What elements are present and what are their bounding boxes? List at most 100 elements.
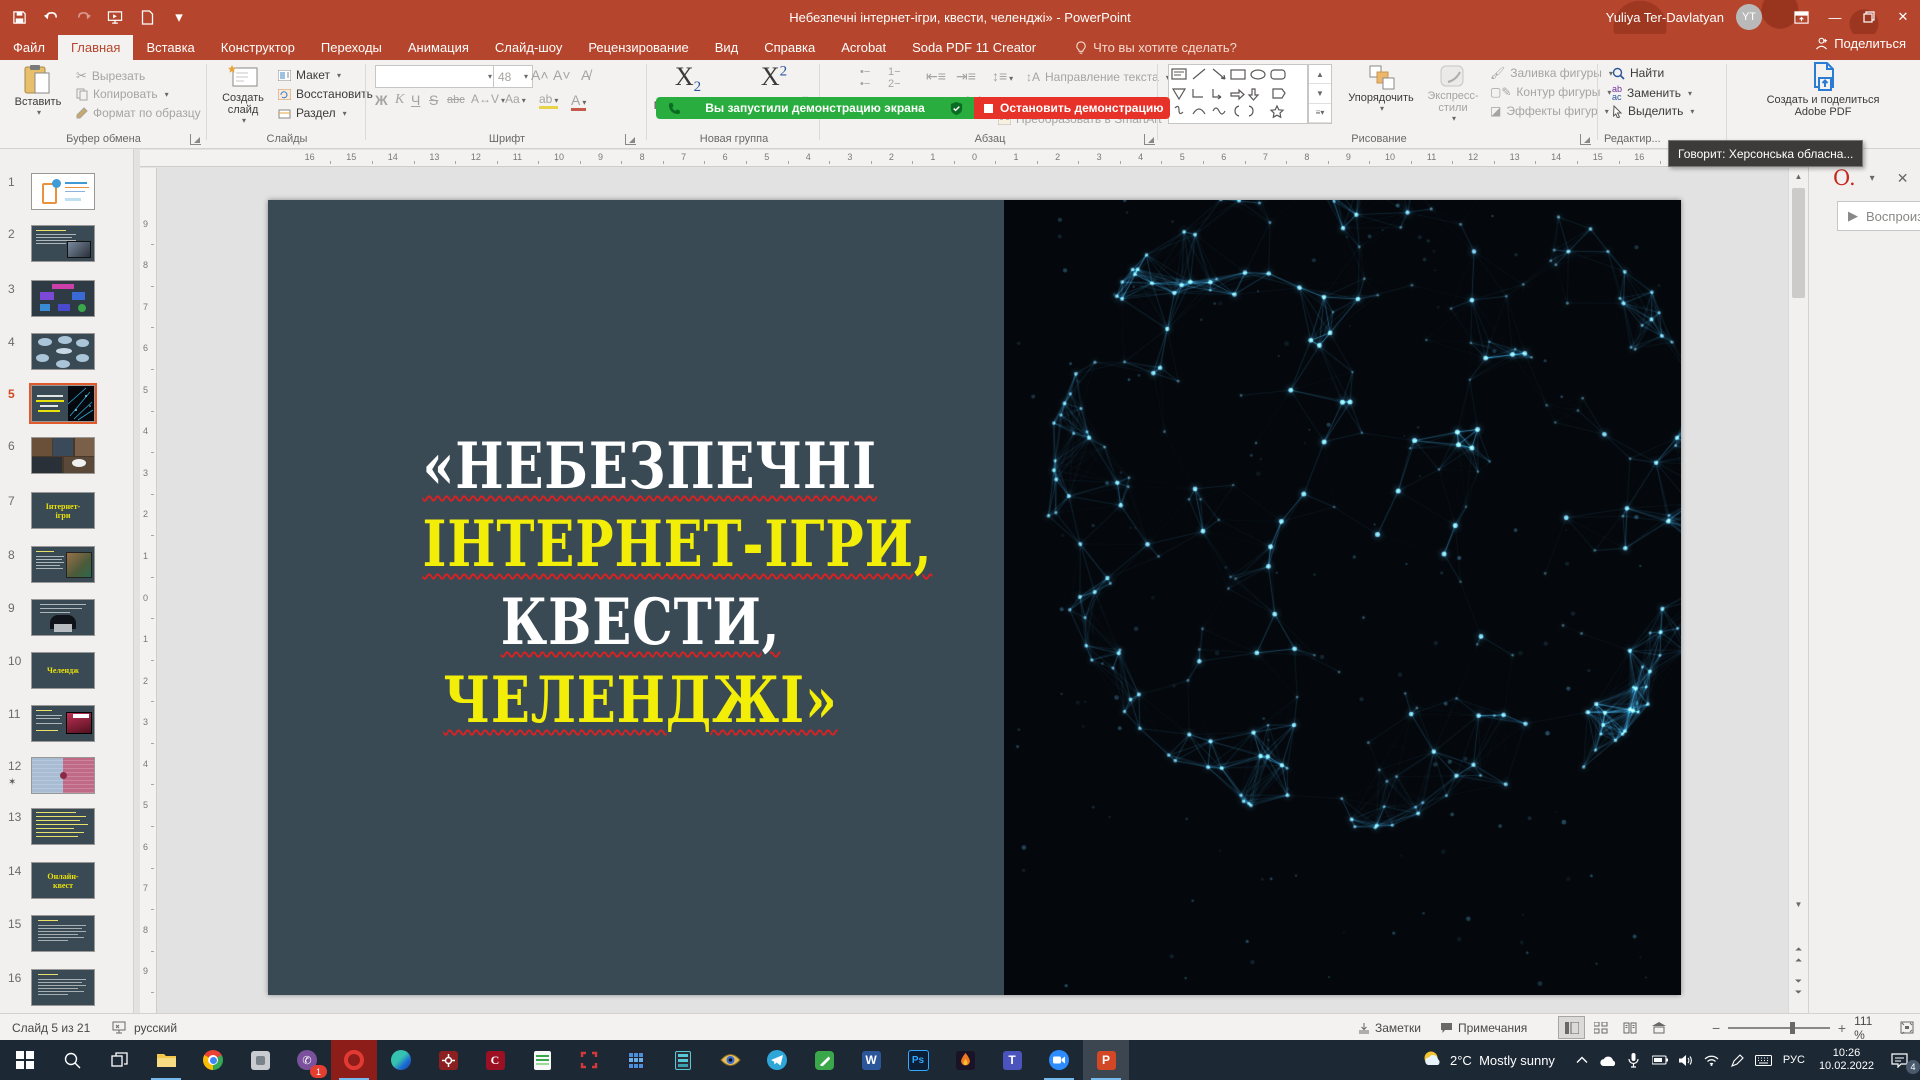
new-slide-button[interactable]: Создать слайд▾ bbox=[216, 64, 270, 125]
shapes-scroll[interactable]: ▲▼≡▾ bbox=[1308, 64, 1332, 124]
reading-view-button[interactable] bbox=[1616, 1016, 1643, 1039]
account-user-name[interactable]: Yuliya Ter-Davlatyan bbox=[1606, 10, 1724, 25]
section-button[interactable]: Раздел▾ bbox=[278, 106, 347, 120]
undo-icon[interactable] bbox=[42, 8, 60, 26]
line-spacing-button[interactable]: ↕≡▾ bbox=[992, 68, 1013, 84]
accessibility-icon[interactable] bbox=[112, 1014, 126, 1041]
pen-icon[interactable] bbox=[1725, 1040, 1751, 1080]
character-spacing-button[interactable]: A↔V▾ bbox=[471, 92, 505, 106]
zoom-in-button[interactable]: + bbox=[1838, 1020, 1846, 1036]
avatar[interactable]: YT bbox=[1736, 4, 1762, 30]
copy-button[interactable]: Копировать▾ bbox=[76, 87, 169, 101]
language-indicator-taskbar[interactable]: РУС bbox=[1777, 1040, 1811, 1080]
taskbar-viber[interactable]: ✆1 bbox=[284, 1040, 330, 1080]
create-share-adobe-pdf-button[interactable]: Создать и поделиться Adobe PDF bbox=[1748, 62, 1898, 118]
slide-thumbnail-14[interactable]: Онлайн- квест bbox=[31, 862, 95, 899]
taskbar-powerpoint[interactable]: P bbox=[1083, 1040, 1129, 1080]
tab-home[interactable]: Главная bbox=[58, 35, 133, 60]
numbering-button[interactable]: 1−2− bbox=[888, 66, 901, 90]
clock[interactable]: 10:26 10.02.2022 bbox=[1819, 1047, 1874, 1073]
strikethrough-button[interactable]: S bbox=[429, 92, 438, 108]
next-slide-button[interactable]: ⏷⏷ bbox=[1789, 978, 1808, 995]
paste-button[interactable]: Вставить▾ bbox=[12, 64, 64, 117]
shape-fill-button[interactable]: 🖌Заливка фигуры▾ bbox=[1490, 66, 1613, 80]
shrink-font-button[interactable]: A˅ bbox=[553, 67, 571, 83]
taskbar-flame-app[interactable] bbox=[942, 1040, 988, 1080]
taskbar-opera[interactable] bbox=[331, 1040, 377, 1080]
taskbar-task-view-button[interactable] bbox=[96, 1040, 142, 1080]
slideshow-view-button[interactable] bbox=[1645, 1016, 1672, 1039]
action-center-button[interactable]: 4 bbox=[1882, 1040, 1916, 1080]
find-button[interactable]: Найти bbox=[1612, 66, 1664, 80]
fit-to-window-button[interactable] bbox=[1894, 1016, 1920, 1039]
slide-title-line[interactable]: «НЕБЕЗПЕЧНІ bbox=[423, 428, 859, 506]
reset-slide-button[interactable]: Восстановить bbox=[278, 87, 373, 101]
notes-button[interactable]: Заметки bbox=[1358, 1014, 1421, 1041]
tab-insert[interactable]: Вставка bbox=[133, 35, 207, 60]
stop-demo-button[interactable]: Остановить демонстрацию bbox=[974, 97, 1170, 119]
slide-thumbnail-5[interactable] bbox=[31, 385, 95, 422]
slide-title-line[interactable]: КВЕСТИ, bbox=[423, 584, 859, 662]
abc-strike-icon[interactable]: abc bbox=[447, 94, 465, 106]
scrollbar-thumb[interactable] bbox=[1792, 188, 1805, 298]
close-button[interactable]: ✕ bbox=[1886, 0, 1920, 34]
slide-thumbnail-12[interactable] bbox=[31, 757, 95, 794]
taskbar-notes-app[interactable] bbox=[519, 1040, 565, 1080]
zoom-slider[interactable] bbox=[1728, 1027, 1830, 1029]
shape-outline-button[interactable]: ▢✎Контур фигуры▾ bbox=[1490, 85, 1611, 99]
slide-title-line[interactable]: ІНТЕРНЕТ-ІГРИ, bbox=[423, 506, 859, 584]
slide-thumbnail-1[interactable] bbox=[31, 173, 95, 210]
new-file-icon[interactable] bbox=[138, 8, 156, 26]
restore-button[interactable] bbox=[1852, 0, 1886, 34]
slide-sorter-view-button[interactable] bbox=[1587, 1016, 1614, 1039]
qat-customize-icon[interactable]: ▾ bbox=[170, 8, 188, 26]
layout-button[interactable]: Макет▾ bbox=[278, 68, 341, 82]
shapes-gallery[interactable] bbox=[1168, 64, 1308, 124]
grow-font-button[interactable]: A˄ bbox=[531, 67, 549, 83]
bullets-button[interactable]: •−•− bbox=[860, 66, 870, 90]
slide-thumbnail-2[interactable] bbox=[31, 225, 95, 262]
taskbar-red-gear-app[interactable] bbox=[425, 1040, 471, 1080]
decrease-indent-button[interactable]: ⇤≡ bbox=[926, 68, 946, 85]
taskbar-cassette-app[interactable] bbox=[660, 1040, 706, 1080]
battery-icon[interactable] bbox=[1647, 1040, 1673, 1080]
redo-icon[interactable] bbox=[74, 8, 92, 26]
weather-widget[interactable]: 2°C Mostly sunny bbox=[1421, 1049, 1555, 1071]
quick-styles-button[interactable]: Экспресс- стили▾ bbox=[1422, 64, 1484, 123]
scroll-down-icon[interactable]: ▼ bbox=[1789, 896, 1808, 913]
cloud-icon[interactable] bbox=[1595, 1040, 1621, 1080]
bold-button[interactable]: Ж bbox=[375, 92, 388, 108]
minimize-button[interactable]: — bbox=[1818, 0, 1852, 34]
previous-slide-button[interactable]: ⏶⏶ bbox=[1789, 946, 1808, 963]
arrange-button[interactable]: Упорядочить▾ bbox=[1342, 64, 1420, 113]
speaker-icon[interactable] bbox=[1673, 1040, 1699, 1080]
tab-acrobat[interactable]: Acrobat bbox=[828, 35, 899, 60]
slide-canvas[interactable]: «НЕБЕЗПЕЧНІІНТЕРНЕТ-ІГРИ,КВЕСТИ,ЧЕЛЕНДЖІ… bbox=[268, 200, 1681, 995]
taskbar-calculator-app[interactable] bbox=[613, 1040, 659, 1080]
vertical-scrollbar[interactable]: ▲ ▼ ⏶⏶ ⏷⏷ bbox=[1788, 168, 1808, 1013]
taskbar-telegram[interactable] bbox=[754, 1040, 800, 1080]
addin-dropdown-icon[interactable]: ▾ bbox=[1870, 173, 1875, 184]
tab-slideshow[interactable]: Слайд-шоу bbox=[482, 35, 575, 60]
start-slideshow-icon[interactable] bbox=[106, 8, 124, 26]
replace-button[interactable]: abacЗаменить▾ bbox=[1612, 85, 1692, 101]
taskbar-zoom-app[interactable] bbox=[1036, 1040, 1082, 1080]
tab-animations[interactable]: Анимация bbox=[395, 35, 482, 60]
slide-thumbnail-13[interactable] bbox=[31, 808, 95, 845]
tab-help[interactable]: Справка bbox=[751, 35, 828, 60]
italic-button[interactable]: К bbox=[395, 92, 404, 108]
zoom-out-button[interactable]: − bbox=[1712, 1020, 1720, 1036]
font-color-button[interactable]: А▾ bbox=[571, 92, 586, 111]
slide-thumbnail-3[interactable] bbox=[31, 280, 95, 317]
font-dialog-launcher[interactable] bbox=[625, 134, 636, 145]
zoom-slider-thumb[interactable] bbox=[1790, 1022, 1795, 1034]
taskbar-privacy-eye-app[interactable] bbox=[707, 1040, 753, 1080]
chevron-up-icon[interactable] bbox=[1569, 1040, 1595, 1080]
shape-effects-button[interactable]: ◪Эффекты фигур▾ bbox=[1490, 104, 1609, 118]
keyboard-icon[interactable] bbox=[1751, 1040, 1777, 1080]
tab-transitions[interactable]: Переходы bbox=[308, 35, 395, 60]
taskbar-cent-browser[interactable]: C bbox=[472, 1040, 518, 1080]
slide-thumbnail-7[interactable]: Інтернет- ігри bbox=[31, 492, 95, 529]
slide-thumbnail-11[interactable] bbox=[31, 705, 95, 742]
tab-design[interactable]: Конструктор bbox=[208, 35, 308, 60]
